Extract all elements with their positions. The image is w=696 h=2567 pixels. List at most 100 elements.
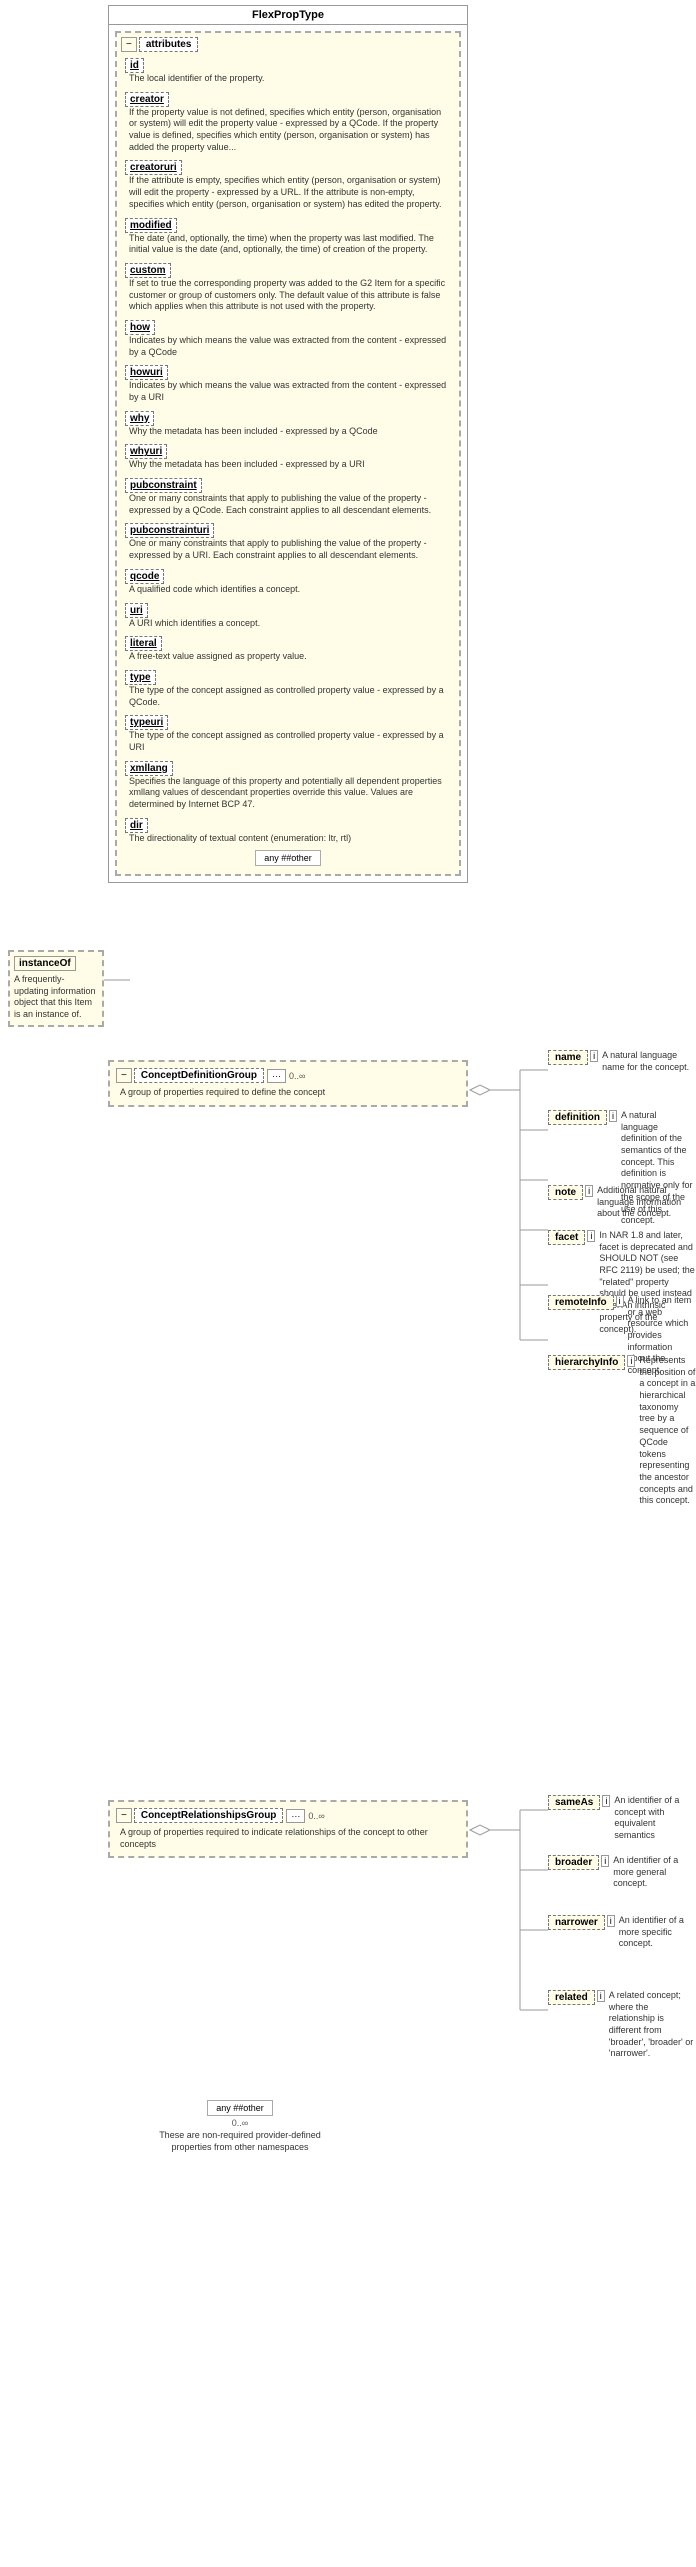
right-prop-hierarchyinfo: hierarchyInfo i Represents the position … bbox=[548, 1355, 696, 1507]
prop-creatoruri-desc: If the attribute is empty, specifies whi… bbox=[129, 175, 451, 210]
prop-creator: creator If the property value is not def… bbox=[121, 90, 455, 156]
concept-rel-ellipsis: ··· bbox=[286, 1809, 305, 1823]
prop-typeuri-name: typeuri bbox=[125, 715, 168, 730]
prop-literal-name: literal bbox=[125, 636, 162, 651]
prop-custom-desc: If set to true the corresponding propert… bbox=[129, 278, 451, 313]
prop-whyuri-desc: Why the metadata has been included - exp… bbox=[129, 459, 451, 471]
right-prop-related-desc: A related concept; where the relationshi… bbox=[609, 1990, 696, 2060]
info-icon-name: i bbox=[590, 1050, 598, 1062]
prop-id-desc: The local identifier of the property. bbox=[129, 73, 451, 85]
right-prop-narrower-desc: An identifier of a more specific concept… bbox=[619, 1915, 696, 1950]
right-prop-hierarchyinfo-box: hierarchyInfo bbox=[548, 1355, 625, 1370]
right-prop-broader-desc: An identifier of a more general concept. bbox=[613, 1855, 696, 1890]
prop-qcode-desc: A qualified code which identifies a conc… bbox=[129, 584, 451, 596]
right-prop-related: related i A related concept; where the r… bbox=[548, 1990, 696, 2060]
info-icon-note: i bbox=[585, 1185, 593, 1197]
prop-typeuri: typeuri The type of the concept assigned… bbox=[121, 713, 455, 755]
main-box: FlexPropType − attributes id The local i… bbox=[108, 5, 468, 883]
prop-custom-name: custom bbox=[125, 263, 171, 278]
right-prop-remoteinfo-box: remoteInfo bbox=[548, 1295, 614, 1310]
prop-custom: custom If set to true the corresponding … bbox=[121, 261, 455, 315]
right-prop-narrower: narrower i An identifier of a more speci… bbox=[548, 1915, 696, 1950]
concept-def-group-label: ConceptDefinitionGroup bbox=[134, 1068, 264, 1083]
prop-dir-name: dir bbox=[125, 818, 148, 833]
info-icon-narrower: i bbox=[607, 1915, 615, 1927]
instance-of-box: instanceOf A frequently-updating informa… bbox=[8, 950, 104, 1027]
prop-typeuri-desc: The type of the concept assigned as cont… bbox=[129, 730, 451, 753]
prop-pubconstraint: pubconstraint One or many constraints th… bbox=[121, 476, 455, 518]
instance-of-title: instanceOf bbox=[14, 956, 76, 971]
prop-literal-desc: A free-text value assigned as property v… bbox=[129, 651, 451, 663]
bottom-any-other-container: any ##other 0..∞ These are non-required … bbox=[140, 2100, 340, 2153]
prop-type-desc: The type of the concept assigned as cont… bbox=[129, 685, 451, 708]
right-prop-name-desc: A natural language name for the concept. bbox=[602, 1050, 696, 1073]
right-prop-name-box: name bbox=[548, 1050, 588, 1065]
minus-icon[interactable]: − bbox=[121, 37, 137, 52]
any-other-container: any ##other bbox=[125, 850, 451, 866]
prop-literal: literal A free-text value assigned as pr… bbox=[121, 634, 455, 665]
prop-howuri-desc: Indicates by which means the value was e… bbox=[129, 380, 451, 403]
prop-type: type The type of the concept assigned as… bbox=[121, 668, 455, 710]
right-prop-broader-box: broader bbox=[548, 1855, 599, 1870]
info-icon-definition: i bbox=[609, 1110, 617, 1122]
prop-howuri-name: howuri bbox=[125, 365, 168, 380]
prop-uri-name: uri bbox=[125, 603, 148, 618]
prop-dir-desc: The directionality of textual content (e… bbox=[129, 833, 451, 845]
prop-why-desc: Why the metadata has been included - exp… bbox=[129, 426, 451, 438]
prop-why: why Why the metadata has been included -… bbox=[121, 409, 455, 440]
right-prop-name: name i A natural language name for the c… bbox=[548, 1050, 696, 1073]
prop-modified-name: modified bbox=[125, 218, 177, 233]
concept-def-minus-icon[interactable]: − bbox=[116, 1068, 132, 1083]
prop-pubconstrainturi-name: pubconstrainturi bbox=[125, 523, 214, 538]
info-icon-hierarchyinfo: i bbox=[627, 1355, 635, 1367]
prop-xmllang: xmllang Specifies the language of this p… bbox=[121, 759, 455, 813]
prop-xmllang-desc: Specifies the language of this property … bbox=[129, 776, 451, 811]
prop-whyuri: whyuri Why the metadata has been include… bbox=[121, 442, 455, 473]
prop-type-name: type bbox=[125, 670, 156, 685]
concept-def-ellipsis: ··· bbox=[267, 1069, 286, 1083]
prop-modified-desc: The date (and, optionally, the time) whe… bbox=[129, 233, 451, 256]
right-prop-note-box: note bbox=[548, 1185, 583, 1200]
prop-pubconstraint-name: pubconstraint bbox=[125, 478, 202, 493]
concept-rel-range: 0..∞ bbox=[308, 1811, 324, 1821]
info-icon-facet: i bbox=[587, 1230, 595, 1242]
right-prop-note-desc: Additional natural language information … bbox=[597, 1185, 696, 1220]
bottom-range-label: 0..∞ bbox=[140, 2118, 340, 2128]
prop-creatoruri: creatoruri If the attribute is empty, sp… bbox=[121, 158, 455, 212]
prop-modified: modified The date (and, optionally, the … bbox=[121, 216, 455, 258]
concept-def-range: 0..∞ bbox=[289, 1071, 305, 1081]
prop-howuri: howuri Indicates by which means the valu… bbox=[121, 363, 455, 405]
concept-rel-minus-icon[interactable]: − bbox=[116, 1808, 132, 1823]
concept-rel-desc: A group of properties required to indica… bbox=[120, 1827, 460, 1850]
attributes-label: attributes bbox=[139, 37, 199, 52]
instance-of-desc: A frequently-updating information object… bbox=[14, 974, 98, 1021]
right-prop-definition-box: definition bbox=[548, 1110, 607, 1125]
prop-whyuri-name: whyuri bbox=[125, 444, 167, 459]
prop-why-name: why bbox=[125, 411, 154, 426]
concept-def-desc: A group of properties required to define… bbox=[120, 1087, 460, 1099]
prop-pubconstrainturi: pubconstrainturi One or many constraints… bbox=[121, 521, 455, 563]
prop-creator-name: creator bbox=[125, 92, 169, 107]
right-prop-hierarchyinfo-desc: Represents the position of a concept in … bbox=[639, 1355, 696, 1507]
info-icon-remoteinfo: i bbox=[616, 1295, 624, 1307]
right-prop-sameas-box: sameAs bbox=[548, 1795, 600, 1810]
prop-pubconstrainturi-desc: One or many constraints that apply to pu… bbox=[129, 538, 451, 561]
right-prop-sameas-desc: An identifier of a concept with equivale… bbox=[614, 1795, 696, 1842]
prop-xmllang-name: xmllang bbox=[125, 761, 173, 776]
prop-qcode: qcode A qualified code which identifies … bbox=[121, 567, 455, 598]
prop-uri: uri A URI which identifies a concept. bbox=[121, 601, 455, 632]
bottom-any-other-box: any ##other bbox=[207, 2100, 273, 2116]
prop-qcode-name: qcode bbox=[125, 569, 164, 584]
prop-how-name: how bbox=[125, 320, 155, 335]
bottom-any-other-desc: These are non-required provider-defined … bbox=[140, 2130, 340, 2153]
attributes-group: − attributes id The local identifier of … bbox=[115, 31, 461, 876]
prop-pubconstraint-desc: One or many constraints that apply to pu… bbox=[129, 493, 451, 516]
concept-rel-group: − ConceptRelationshipsGroup ··· 0..∞ A g… bbox=[108, 1800, 468, 1858]
right-prop-narrower-box: narrower bbox=[548, 1915, 605, 1930]
right-prop-facet-box: facet bbox=[548, 1230, 585, 1245]
main-title: FlexPropType bbox=[109, 6, 467, 25]
prop-creatoruri-name: creatoruri bbox=[125, 160, 182, 175]
info-icon-broader: i bbox=[601, 1855, 609, 1867]
right-prop-sameas: sameAs i An identifier of a concept with… bbox=[548, 1795, 696, 1842]
prop-how-desc: Indicates by which means the value was e… bbox=[129, 335, 451, 358]
